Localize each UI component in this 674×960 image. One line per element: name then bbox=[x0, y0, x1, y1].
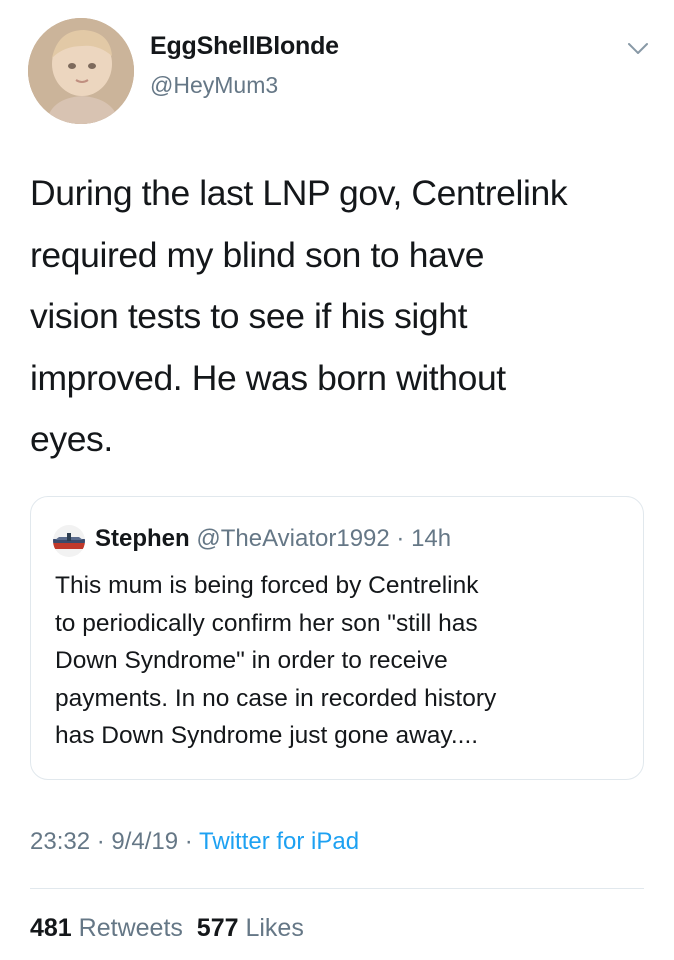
retweets-count: 481 bbox=[30, 914, 72, 942]
baby-photo-avatar bbox=[28, 18, 134, 124]
quoted-text-line: to periodically confirm her son "still h… bbox=[55, 609, 478, 637]
quoted-text-line: Down Syndrome" in order to receive bbox=[55, 647, 448, 674]
meta-separator: · bbox=[90, 828, 112, 855]
tweet-stats: 481 Retweets 577 Likes bbox=[30, 914, 304, 943]
tweet-source-link[interactable]: Twitter for iPad bbox=[199, 828, 359, 855]
author-handle[interactable]: @HeyMum3 bbox=[150, 72, 278, 99]
quoted-author-handle[interactable]: @TheAviator1992 bbox=[196, 525, 389, 552]
quoted-tweet-text: This mum is being forced by Centrelink t… bbox=[55, 567, 635, 755]
retweets-label: Retweets bbox=[78, 914, 183, 942]
tweet-text-line: eyes. bbox=[30, 419, 113, 459]
meta-separator: · bbox=[178, 828, 200, 855]
quoted-author-avatar[interactable] bbox=[53, 525, 85, 557]
author-display-name[interactable]: EggShellBlonde bbox=[150, 32, 339, 61]
tweet-text-line: During the last LNP gov, Centrelink bbox=[30, 173, 568, 213]
quoted-text-line: This mum is being forced by Centrelink bbox=[55, 572, 479, 599]
quoted-text-line: payments. In no case in recorded history bbox=[55, 684, 497, 712]
divider bbox=[30, 888, 644, 889]
likes-label: Likes bbox=[245, 914, 304, 942]
tweet-text-line: required my blind son to have bbox=[30, 234, 485, 275]
author-avatar[interactable] bbox=[28, 18, 134, 124]
tweet-text-line: vision tests to see if his sight bbox=[30, 296, 468, 336]
quoted-tweet-header: Stephen @TheAviator1992 · 14h bbox=[95, 525, 451, 553]
meta-separator: · bbox=[389, 525, 412, 552]
aircraft-avatar bbox=[53, 525, 85, 557]
chevron-down-icon[interactable] bbox=[626, 40, 650, 58]
quoted-tweet-age: 14h bbox=[411, 525, 452, 552]
retweets-stat[interactable]: 481 Retweets bbox=[30, 914, 183, 942]
likes-stat[interactable]: 577 Likes bbox=[197, 914, 304, 942]
tweet-time[interactable]: 23:32 bbox=[30, 828, 90, 855]
tweet-date[interactable]: 9/4/19 bbox=[111, 828, 178, 855]
tweet-text-line: improved. He was born without bbox=[30, 357, 506, 398]
tweet-text: During the last LNP gov, Centrelink requ… bbox=[30, 163, 650, 471]
quoted-text-line: has Down Syndrome just gone away.... bbox=[55, 722, 479, 749]
quoted-tweet-card[interactable]: Stephen @TheAviator1992 · 14h This mum i… bbox=[30, 496, 644, 780]
likes-count: 577 bbox=[196, 914, 239, 942]
tweet-meta: 23:32 · 9/4/19 · Twitter for iPad bbox=[30, 828, 359, 856]
quoted-author-name[interactable]: Stephen bbox=[95, 525, 190, 552]
